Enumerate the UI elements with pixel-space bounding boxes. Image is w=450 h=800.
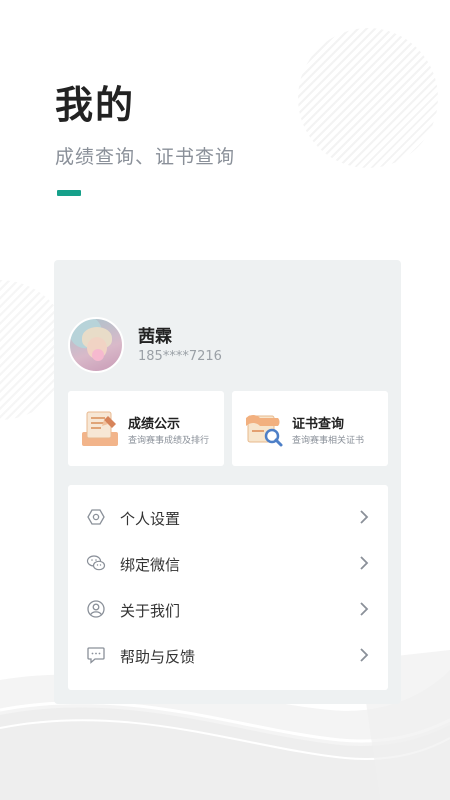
user-phone: 185****7216 [138, 349, 222, 364]
certificate-search-icon [246, 415, 283, 447]
chevron-right-icon [360, 602, 369, 616]
certificate-query-button[interactable]: 证书查询 查询赛事相关证书 [232, 391, 388, 466]
decorative-stripes [298, 28, 438, 168]
quick-action-desc: 查询赛事成绩及排行 [128, 436, 210, 446]
menu-item-help-feedback[interactable]: 帮助与反馈 [68, 633, 388, 679]
user-icon [87, 600, 105, 618]
quick-action-title: 成绩公示 [128, 417, 181, 432]
chevron-right-icon [360, 556, 369, 570]
page-subtitle: 成绩查询、证书查询 [55, 146, 236, 168]
profile-card: 茜霖 185****7216 成绩公示 查询赛事成绩及排行 证书查询 查询赛事相… [54, 260, 401, 704]
quick-action-title: 证书查询 [292, 417, 345, 432]
menu-item-label: 帮助与反馈 [120, 648, 196, 666]
settings-menu: 个人设置 绑定微信 关于我们 帮助与反馈 [68, 485, 388, 690]
menu-item-bind-wechat[interactable]: 绑定微信 [68, 541, 388, 587]
menu-item-personal-settings[interactable]: 个人设置 [68, 495, 388, 541]
quick-action-desc: 查询赛事相关证书 [292, 436, 365, 446]
score-announcement-button[interactable]: 成绩公示 查询赛事成绩及排行 [68, 391, 224, 466]
chevron-right-icon [360, 648, 369, 662]
user-profile[interactable]: 茜霖 185****7216 [68, 317, 388, 377]
user-name: 茜霖 [138, 327, 172, 347]
menu-item-about-us[interactable]: 关于我们 [68, 587, 388, 633]
chevron-right-icon [360, 510, 369, 524]
feedback-icon [87, 647, 105, 664]
title-accent-bar [57, 190, 81, 196]
score-board-icon [82, 411, 118, 446]
menu-item-label: 绑定微信 [120, 556, 181, 574]
page-title: 我的 [55, 83, 136, 127]
settings-icon [87, 509, 105, 525]
wechat-icon [86, 555, 106, 571]
menu-item-label: 关于我们 [120, 602, 181, 620]
avatar[interactable] [68, 317, 124, 373]
menu-item-label: 个人设置 [120, 510, 181, 528]
